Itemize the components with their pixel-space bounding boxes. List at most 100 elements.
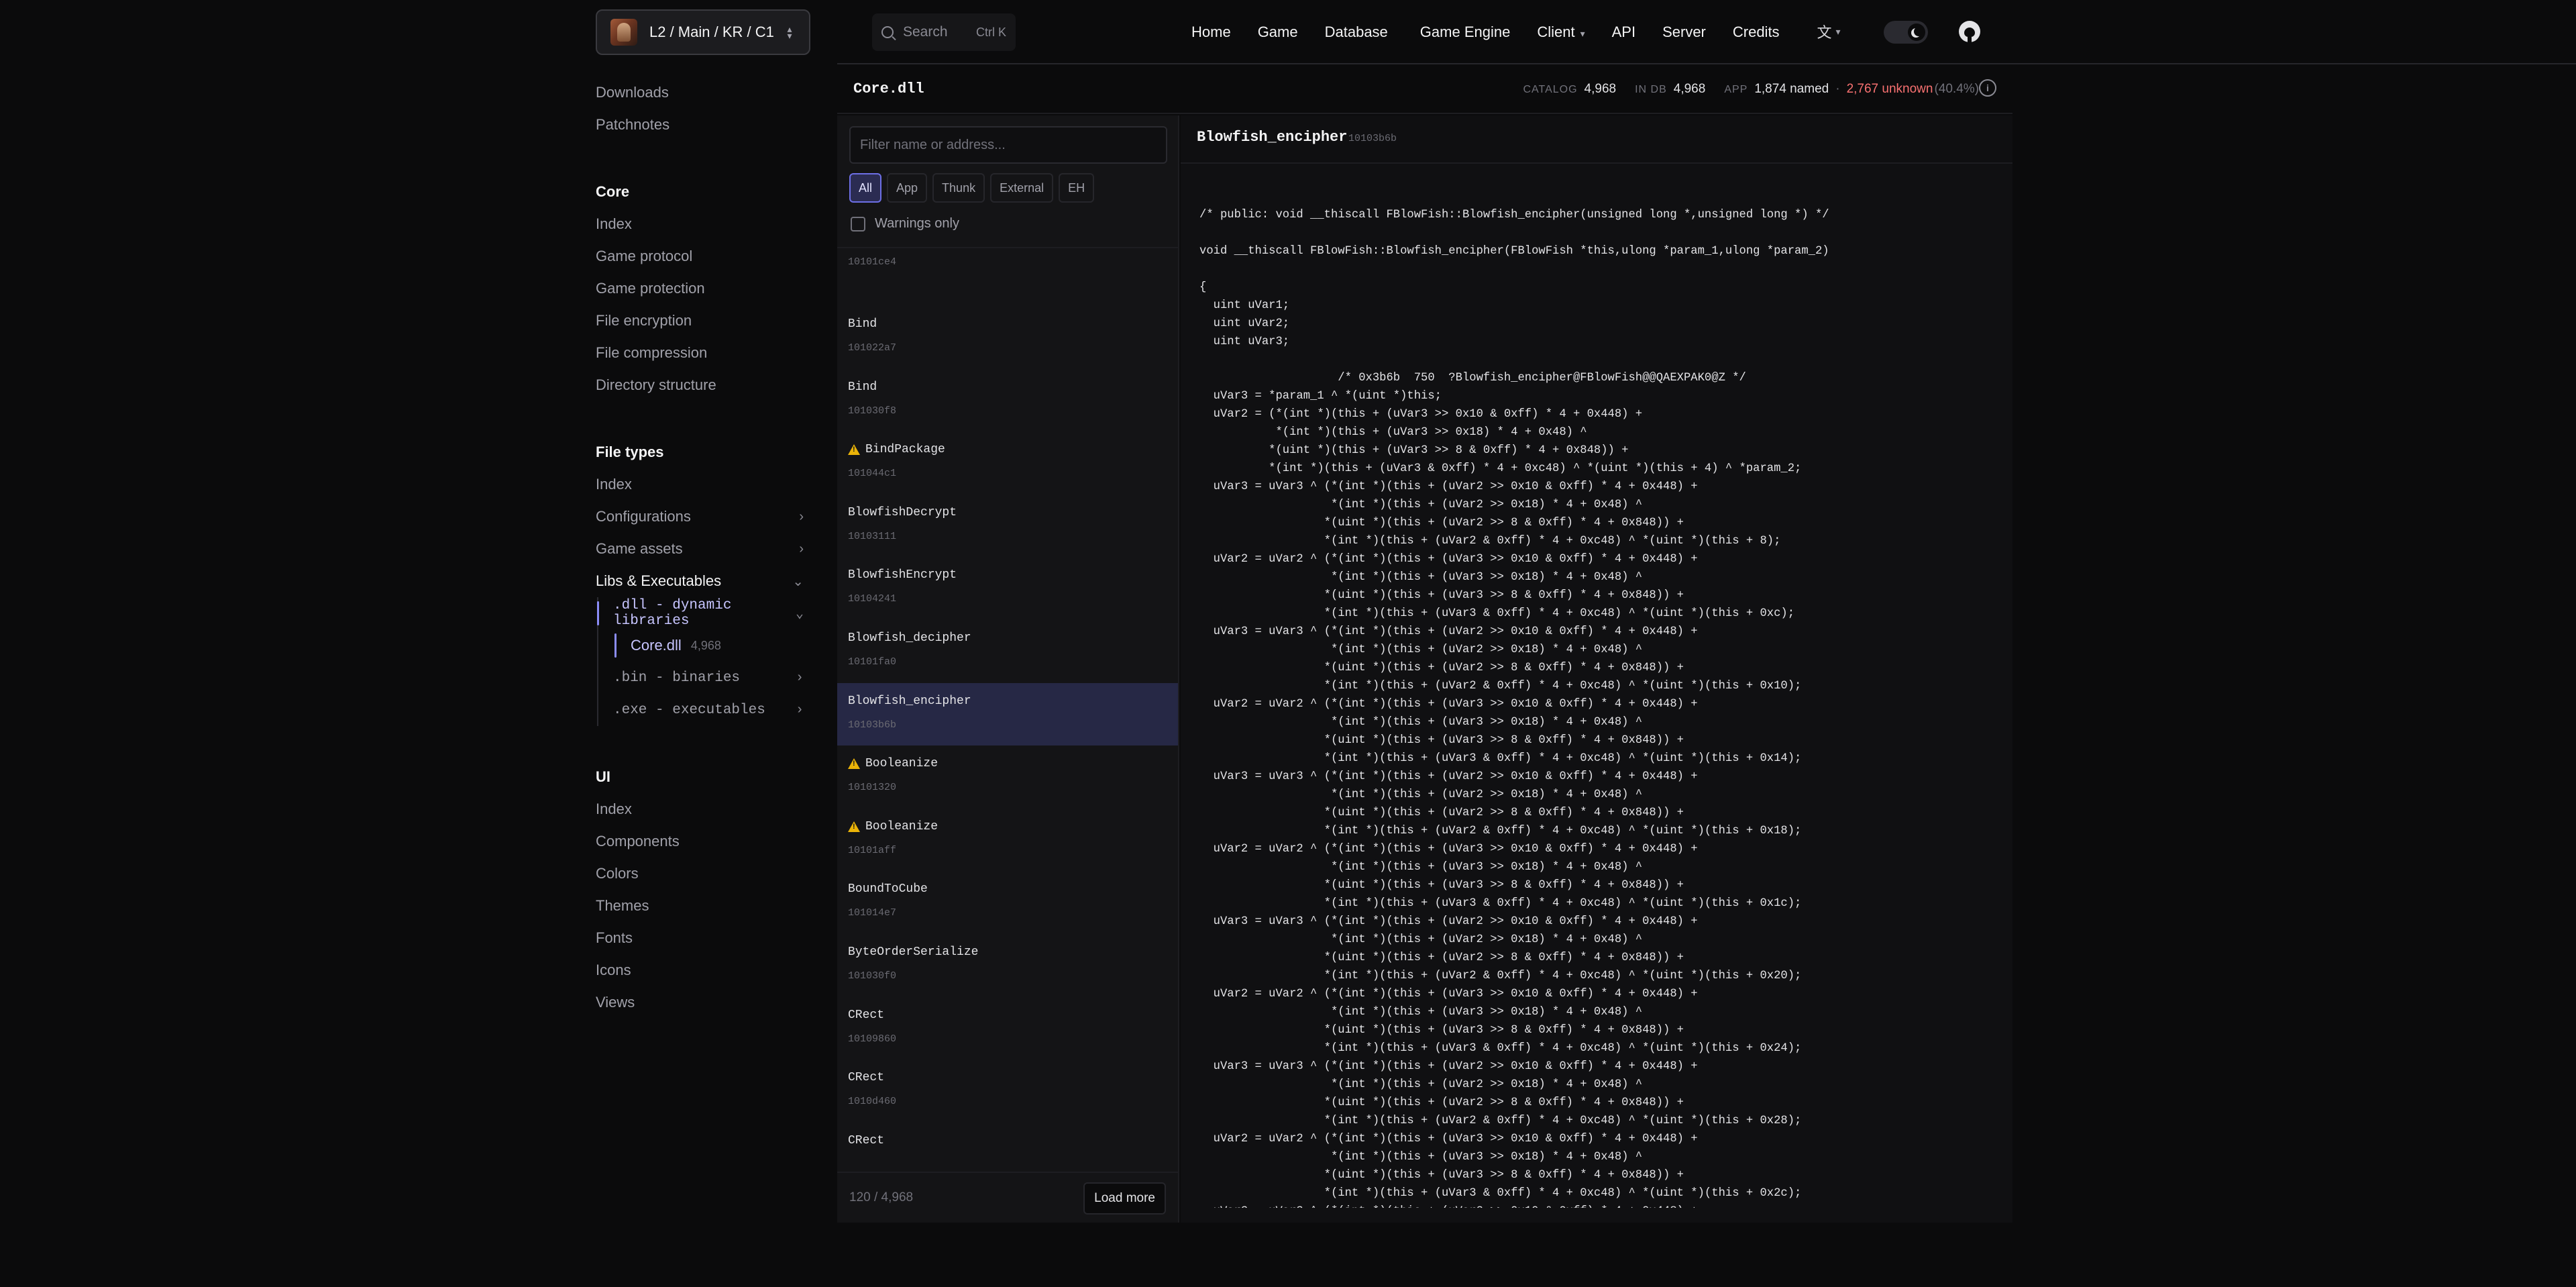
list-item[interactable]: CRect 1010d460: [837, 1060, 1178, 1123]
function-address: 10103111: [848, 530, 897, 542]
sidebar-item-bin[interactable]: .bin - binaries ›: [613, 662, 810, 694]
function-name: Bind: [848, 378, 1167, 396]
sidebar-item-file-encryption[interactable]: File encryption: [596, 305, 810, 337]
sidebar-item-icons[interactable]: Icons: [596, 954, 810, 986]
nav-game[interactable]: Game: [1258, 23, 1298, 41]
list-item[interactable]: BlowfishEncrypt 10104241: [837, 557, 1178, 620]
nav-client[interactable]: Client ▾: [1537, 23, 1585, 41]
sidebar-item-components[interactable]: Components: [596, 825, 810, 858]
code-line: void __thiscall FBlowFish::Blowfish_enci…: [1199, 245, 1829, 258]
function-count: 4,968: [690, 638, 721, 652]
sidebar-item-label: .bin - binaries: [613, 670, 741, 686]
chip-app[interactable]: App: [887, 173, 928, 203]
function-name-text: CRect: [848, 1071, 885, 1085]
code-line: *(int *)(this + (uVar3 >> 0x18) * 4 + 0x…: [1199, 426, 1587, 439]
code-line: *(int *)(this + (uVar3 & 0xff) * 4 + 0xc…: [1199, 1042, 1802, 1055]
function-name: ByteOrderSerialize: [848, 943, 1167, 961]
function-title-address: 10103b6b: [1348, 133, 1397, 144]
list-item[interactable]: 10101ce4: [837, 256, 1178, 306]
function-name: Bind: [848, 315, 1167, 333]
top-navbar: Search Ctrl K Home Game Database Game En…: [837, 0, 2576, 64]
search-button[interactable]: Search Ctrl K: [872, 13, 1016, 51]
sidebar-item-label: Game assets: [596, 540, 683, 557]
nav-home[interactable]: Home: [1191, 23, 1231, 41]
chip-external[interactable]: External: [990, 173, 1054, 203]
version-selector[interactable]: L2 / Main / KR / C1 ▴ ▾: [596, 9, 810, 55]
sidebar-item-fonts[interactable]: Fonts: [596, 922, 810, 954]
function-name: CRect: [848, 1007, 1167, 1024]
sidebar-item-file-types-index[interactable]: Index: [596, 468, 810, 501]
sidebar-item-downloads[interactable]: Downloads: [596, 76, 810, 109]
list-item[interactable]: Blowfish_encipher 10103b6b: [837, 682, 1178, 746]
list-item[interactable]: Bind 101022a7: [837, 306, 1178, 369]
function-address: 10101320: [848, 782, 897, 794]
sidebar-subnav-dll: Core.dll 4,968: [613, 629, 810, 662]
function-name-text: ByteOrderSerialize: [848, 945, 979, 959]
list-item[interactable]: CRect101111b0: [837, 1123, 1178, 1154]
list-item[interactable]: Blowfish_decipher 10101fa0: [837, 620, 1178, 683]
chip-eh[interactable]: EH: [1059, 173, 1095, 203]
nav-game-engine[interactable]: Game Engine: [1420, 23, 1511, 41]
list-item[interactable]: ByteOrderSerialize 101030f0: [837, 934, 1178, 997]
nav-server[interactable]: Server: [1662, 23, 1706, 41]
sidebar-item-game-protocol[interactable]: Game protocol: [596, 240, 810, 272]
code-line: uVar2 = uVar2 ^ (*(int *)(this + (uVar3 …: [1199, 843, 1698, 856]
function-address: 10104241: [848, 593, 897, 605]
sidebar-item-colors[interactable]: Colors: [596, 858, 810, 890]
theme-toggle[interactable]: [1884, 21, 1928, 44]
list-item[interactable]: BlowfishDecrypt 10103111: [837, 495, 1178, 558]
code-line: *(int *)(this + (uVar3 & 0xff) * 4 + 0xc…: [1199, 897, 1802, 910]
sidebar-item-themes[interactable]: Themes: [596, 890, 810, 922]
sidebar-item-dll[interactable]: .dll - dynamic libraries ⌄: [597, 597, 810, 629]
sidebar-heading-core: Core: [596, 183, 630, 200]
chip-all[interactable]: All: [849, 173, 882, 203]
sidebar-item-directory-structure[interactable]: Directory structure: [596, 369, 810, 401]
function-header: Blowfish_encipher 10103b6b: [1181, 115, 2012, 164]
sidebar-item-label: Configurations: [596, 508, 691, 525]
list-item[interactable]: BoundToCube 101014e7: [837, 871, 1178, 934]
function-name-text: BoundToCube: [848, 882, 928, 896]
sidebar-item-file-compression[interactable]: File compression: [596, 337, 810, 369]
code-line: *(uint *)(this + (uVar2 >> 8 & 0xff) * 4…: [1199, 1096, 1684, 1109]
sidebar-item-configurations[interactable]: Configurations ›: [596, 501, 810, 533]
sidebar-item-game-assets[interactable]: Game assets ›: [596, 533, 810, 565]
sidebar-item-patchnotes[interactable]: Patchnotes: [596, 109, 810, 141]
list-item[interactable]: Booleanize 10101aff: [837, 809, 1178, 872]
warnings-only-checkbox[interactable]: [851, 216, 865, 231]
chevron-down-icon: ⌄: [792, 574, 804, 589]
sidebar-item-game-protection[interactable]: Game protection: [596, 272, 810, 305]
language-button[interactable]: 文 ▾: [1810, 20, 1847, 43]
sidebar-item-exe[interactable]: .exe - executables ›: [613, 694, 810, 726]
chip-thunk[interactable]: Thunk: [932, 173, 985, 203]
code-line: *(uint *)(this + (uVar3 >> 8 & 0xff) * 4…: [1199, 1169, 1684, 1182]
chevron-down-icon: ⌄: [795, 607, 804, 622]
code-block[interactable]: /* public: void __thiscall FBlowFish::Bl…: [1199, 188, 1998, 1208]
github-icon[interactable]: [1959, 21, 1980, 42]
page-title: Core.dll: [853, 81, 924, 97]
sidebar-item-ui-index[interactable]: Index: [596, 793, 810, 825]
list-item[interactable]: CRect 10109860: [837, 997, 1178, 1060]
filter-input[interactable]: [849, 126, 1167, 164]
function-address: 10101aff: [848, 844, 897, 856]
warnings-only-toggle[interactable]: Warnings only: [851, 216, 959, 231]
code-line: *(uint *)(this + (uVar3 >> 8 & 0xff) * 4…: [1199, 444, 1629, 457]
sidebar-item-views[interactable]: Views: [596, 986, 810, 1019]
load-more-button[interactable]: Load more: [1083, 1182, 1166, 1215]
list-item[interactable]: Booleanize 10101320: [837, 745, 1178, 809]
code-line: *(int *)(this + (uVar3 >> 0x18) * 4 + 0x…: [1199, 1151, 1643, 1164]
version-label: L2 / Main / KR / C1: [649, 23, 774, 40]
nav-api[interactable]: API: [1612, 23, 1635, 41]
list-item[interactable]: Bind 101030f8: [837, 369, 1178, 432]
sidebar-item-core-index[interactable]: Index: [596, 208, 810, 240]
nav-credits[interactable]: Credits: [1733, 23, 1780, 41]
nav-database[interactable]: Database: [1325, 23, 1388, 41]
sidebar-item-libs-executables[interactable]: Libs & Executables ⌄: [596, 565, 810, 597]
function-address: 101022a7: [848, 342, 897, 354]
code-line: /* public: void __thiscall FBlowFish::Bl…: [1199, 209, 1829, 221]
list-item[interactable]: BindPackage 101044c1: [837, 431, 1178, 495]
sidebar-item-core-dll[interactable]: Core.dll 4,968: [614, 629, 810, 662]
function-list: 10101ce4 Bind 101022a7 Bind 101030f8 BindPac…: [837, 248, 1178, 1154]
info-icon[interactable]: i: [1979, 79, 1996, 97]
sidebar-subnav-libs: .dll - dynamic libraries ⌄ Core.dll 4,96…: [596, 597, 810, 726]
